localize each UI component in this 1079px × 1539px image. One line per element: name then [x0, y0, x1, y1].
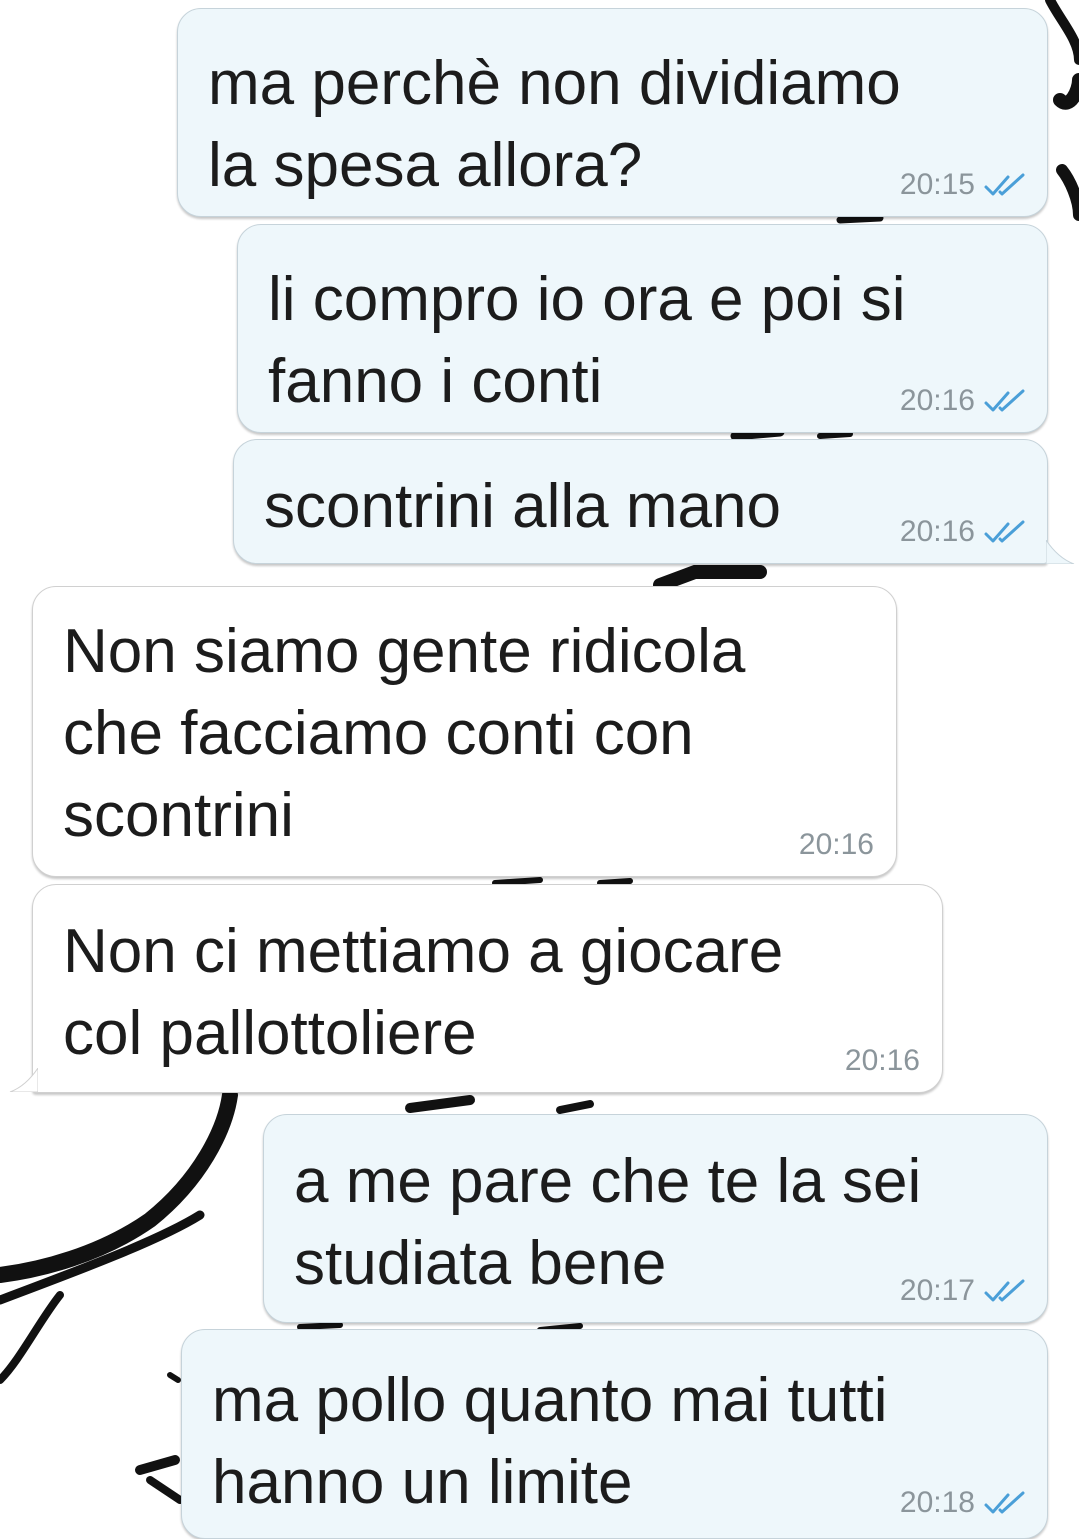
message-timestamp: 20:16: [899, 384, 975, 417]
message-timestamp: 20:17: [899, 1274, 975, 1307]
message-meta: 20:17: [900, 1274, 1029, 1308]
message-meta: 20:16: [799, 828, 874, 862]
message-timestamp: 20:16: [844, 1044, 920, 1077]
message-bubble-outgoing[interactable]: li compro io ora e poi si fanno i conti …: [237, 224, 1048, 433]
message-meta: 20:16: [900, 384, 1029, 418]
message-timestamp: 20:18: [899, 1486, 975, 1519]
message-text: ma pollo quanto mai tutti hanno un limit…: [212, 1366, 888, 1517]
double-check-icon: [984, 173, 1025, 196]
message-timestamp: 20:16: [899, 515, 975, 548]
message-meta: 20:16: [900, 515, 1029, 549]
message-bubble-outgoing[interactable]: scontrini alla mano 20:16: [233, 439, 1048, 564]
message-text: ma perchè non dividiamo la spesa allora?: [208, 49, 901, 200]
message-bubble-outgoing[interactable]: a me pare che te la sei studiata bene 20…: [263, 1114, 1048, 1323]
double-check-icon: [984, 520, 1025, 543]
message-timestamp: 20:15: [899, 168, 975, 201]
message-text: Non siamo gente ridicola che facciamo co…: [63, 617, 746, 850]
message-bubble-incoming[interactable]: Non siamo gente ridicola che facciamo co…: [32, 586, 897, 877]
bubble-tail-incoming: [9, 1068, 38, 1092]
message-bubble-incoming[interactable]: Non ci mettiamo a giocare col pallottoli…: [32, 884, 943, 1093]
message-text: Non ci mettiamo a giocare col pallottoli…: [63, 917, 784, 1068]
double-check-icon: [984, 389, 1025, 412]
message-bubble-outgoing[interactable]: ma pollo quanto mai tutti hanno un limit…: [181, 1329, 1048, 1539]
double-check-icon: [984, 1491, 1025, 1514]
message-text: a me pare che te la sei studiata bene: [294, 1147, 922, 1298]
message-bubble-outgoing[interactable]: ma perchè non dividiamo la spesa allora?…: [177, 8, 1048, 217]
message-meta: 20:16: [845, 1044, 920, 1078]
bubble-tail-outgoing: [1046, 540, 1075, 564]
message-text: li compro io ora e poi si fanno i conti: [268, 265, 906, 416]
double-check-icon: [984, 1279, 1025, 1302]
message-meta: 20:15: [900, 168, 1029, 202]
message-meta: 20:18: [900, 1486, 1029, 1520]
message-text: scontrini alla mano: [264, 472, 781, 541]
message-timestamp: 20:16: [798, 828, 874, 861]
